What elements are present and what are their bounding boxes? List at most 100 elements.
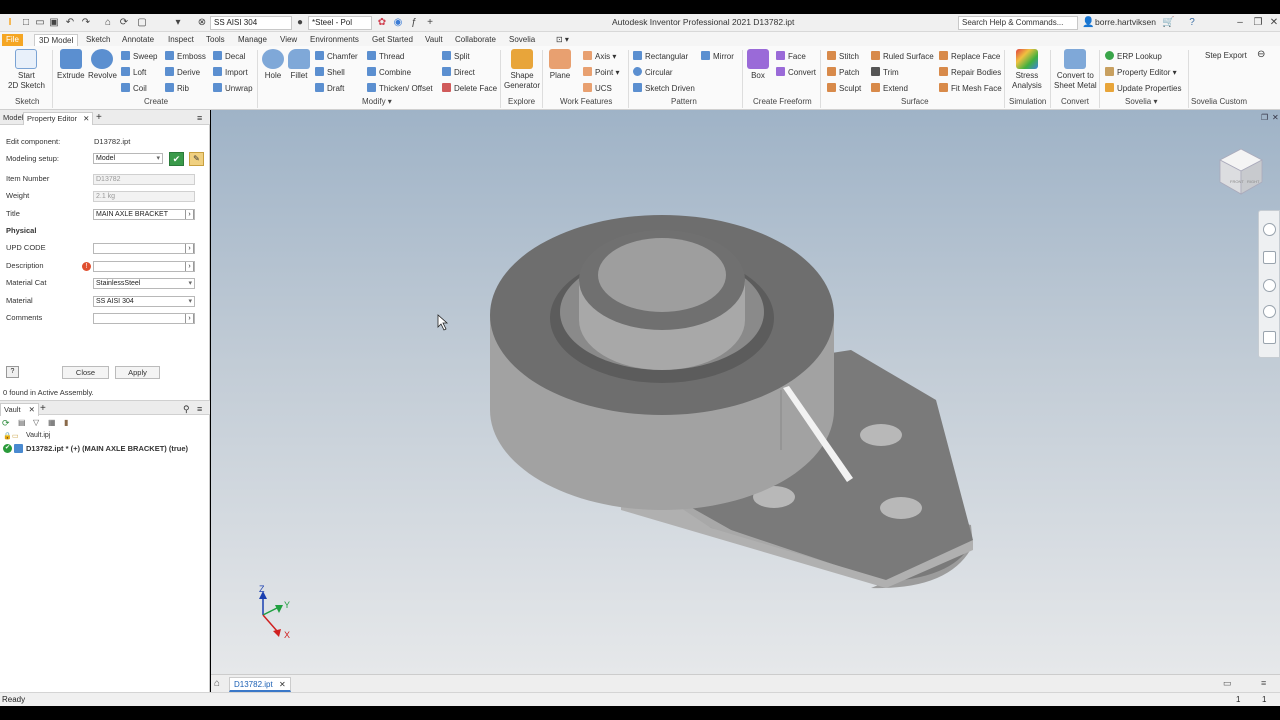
select-icon[interactable]: ▢	[136, 17, 148, 29]
step-export-button[interactable]: Step Export	[1205, 51, 1247, 61]
combine-button[interactable]: Combine	[367, 67, 411, 78]
material-select[interactable]: SS AISI 304 ▾	[93, 296, 195, 307]
tab-vault[interactable]: Vault	[421, 34, 447, 46]
modeling-setup-select[interactable]: Model ▾	[93, 153, 163, 164]
vault-settings-icon[interactable]: ▦	[48, 418, 56, 427]
direct-button[interactable]: Direct	[442, 67, 475, 78]
measure-icon[interactable]: ▾	[172, 17, 184, 29]
convert-to-sheet-metal-button[interactable]: Convert to Sheet Metal	[1054, 49, 1097, 91]
search-icon[interactable]: ⚲	[180, 403, 193, 416]
refresh-icon[interactable]: ⟳	[2, 418, 10, 429]
delete-face-button[interactable]: Delete Face	[442, 83, 497, 94]
add-tab-icon[interactable]: +	[37, 403, 49, 416]
update-icon[interactable]: ⟳	[118, 17, 130, 29]
help-icon[interactable]: ?	[1186, 17, 1198, 29]
ucs-button[interactable]: UCS	[583, 83, 612, 94]
loft-button[interactable]: Loft	[121, 67, 146, 78]
property-editor-button[interactable]: Property Editor ▾	[1105, 67, 1177, 78]
tab-inspect[interactable]: Inspect	[164, 34, 198, 46]
viewport-restore-icon[interactable]: ❐	[1261, 113, 1268, 122]
tab-tools[interactable]: Tools	[202, 34, 229, 46]
thicken-offset-button[interactable]: Thicken/ Offset	[367, 83, 433, 94]
home-icon[interactable]: ⌂	[102, 17, 114, 29]
title-field[interactable]: MAIN AXLE BRACKET ›	[93, 209, 195, 220]
stress-analysis-button[interactable]: Stress Analysis	[1012, 49, 1042, 91]
tab-collaborate[interactable]: Collaborate	[451, 34, 500, 46]
hole-button[interactable]: Hole	[262, 49, 284, 81]
comments-expand-icon[interactable]: ›	[185, 314, 194, 323]
sweep-button[interactable]: Sweep	[121, 51, 157, 62]
cart-icon[interactable]: 🛒	[1162, 17, 1174, 29]
document-tab[interactable]: D13782.ipt ✕	[229, 677, 291, 692]
tab-property-editor[interactable]: Property Editor ✕	[23, 112, 94, 125]
plane-button[interactable]: Plane	[549, 49, 571, 81]
comments-field[interactable]: ›	[93, 313, 195, 324]
split-button[interactable]: Split	[442, 51, 470, 62]
filter-icon[interactable]: ▽	[33, 418, 39, 427]
tab-get-started[interactable]: Get Started	[368, 34, 417, 46]
view-cube[interactable]: FRONT RIGHT	[1216, 146, 1266, 196]
material-cat-select[interactable]: StainlessSteel ▾	[93, 278, 195, 289]
close-tab-icon[interactable]: ✕	[29, 405, 35, 414]
part-model[interactable]	[211, 110, 1280, 674]
replace-face-button[interactable]: Replace Face	[939, 51, 1000, 62]
tab-annotate[interactable]: Annotate	[118, 34, 158, 46]
add-tab-icon[interactable]: +	[93, 112, 105, 125]
open-icon[interactable]: ▭	[34, 17, 46, 29]
unwrap-button[interactable]: Unwrap	[213, 83, 253, 94]
graphics-viewport[interactable]: FRONT RIGHT ❐ ✕ Z Y X	[211, 110, 1280, 674]
shell-button[interactable]: Shell	[315, 67, 345, 78]
look-at-icon[interactable]	[1263, 331, 1276, 344]
panel-menu-icon[interactable]: ≡	[194, 112, 205, 125]
vault-tool-icon[interactable]: ▤	[18, 418, 26, 427]
pan-icon[interactable]	[1263, 251, 1276, 264]
face-button[interactable]: Face	[776, 51, 806, 62]
inventor-logo-icon[interactable]: I	[4, 17, 16, 29]
description-field[interactable]: ›	[93, 261, 195, 272]
point-button[interactable]: Point ▾	[583, 67, 619, 78]
appearance-combo[interactable]: *Steel - Pol	[308, 16, 372, 30]
adjust-icon[interactable]: ◉	[392, 17, 404, 29]
repair-bodies-button[interactable]: Repair Bodies	[939, 67, 1001, 78]
edit-setup-icon[interactable]: ✎	[189, 152, 204, 166]
customize-ribbon-icon[interactable]: ⊡ ▾	[552, 34, 573, 46]
panel-menu-icon[interactable]: ≡	[194, 403, 205, 416]
trim-button[interactable]: Trim	[871, 67, 899, 78]
extend-button[interactable]: Extend	[871, 83, 908, 94]
fx-icon[interactable]: ƒ	[408, 17, 420, 29]
new-icon[interactable]: □	[20, 17, 32, 29]
patch-button[interactable]: Patch	[827, 67, 859, 78]
apply-button[interactable]: Apply	[115, 366, 160, 379]
erp-lookup-button[interactable]: ERP Lookup	[1105, 51, 1162, 62]
material-combo[interactable]: SS AISI 304	[210, 16, 292, 30]
orbit-icon[interactable]	[1263, 305, 1276, 318]
fit-mesh-face-button[interactable]: Fit Mesh Face	[939, 83, 1002, 94]
home-icon[interactable]: ⌂	[214, 678, 220, 689]
axis-button[interactable]: Axis ▾	[583, 51, 616, 62]
clear-appearance-icon[interactable]: ✿	[376, 17, 388, 29]
circular-pattern-button[interactable]: Circular	[633, 67, 673, 78]
start-sketch-button[interactable]: Start 2D Sketch	[8, 49, 45, 91]
emboss-button[interactable]: Emboss	[165, 51, 206, 62]
undo-icon[interactable]: ↶	[64, 17, 76, 29]
user-name[interactable]: borre.hartviksen	[1095, 17, 1156, 27]
description-expand-icon[interactable]: ›	[185, 262, 194, 271]
stitch-button[interactable]: Stitch	[827, 51, 859, 62]
tab-manage[interactable]: Manage	[234, 34, 271, 46]
rectangular-pattern-button[interactable]: Rectangular	[633, 51, 688, 62]
sketch-driven-button[interactable]: Sketch Driven	[633, 83, 695, 94]
mirror-button[interactable]: Mirror	[701, 51, 734, 62]
vault-item[interactable]: D13782.ipt * (+) (MAIN AXLE BRACKET) (tr…	[26, 444, 188, 453]
box-button[interactable]: Box	[747, 49, 769, 81]
tab-environments[interactable]: Environments	[306, 34, 363, 46]
coil-button[interactable]: Coil	[121, 83, 147, 94]
steering-wheel-icon[interactable]	[1263, 223, 1276, 236]
rib-button[interactable]: Rib	[165, 83, 189, 94]
minimize-icon[interactable]: –	[1234, 17, 1246, 29]
tab-sketch[interactable]: Sketch	[82, 34, 114, 46]
shape-generator-button[interactable]: Shape Generator	[504, 49, 540, 91]
thread-button[interactable]: Thread	[367, 51, 404, 62]
draft-button[interactable]: Draft	[315, 83, 344, 94]
close-button[interactable]: Close	[62, 366, 109, 379]
clipboard-icon[interactable]: ▮	[64, 418, 68, 427]
